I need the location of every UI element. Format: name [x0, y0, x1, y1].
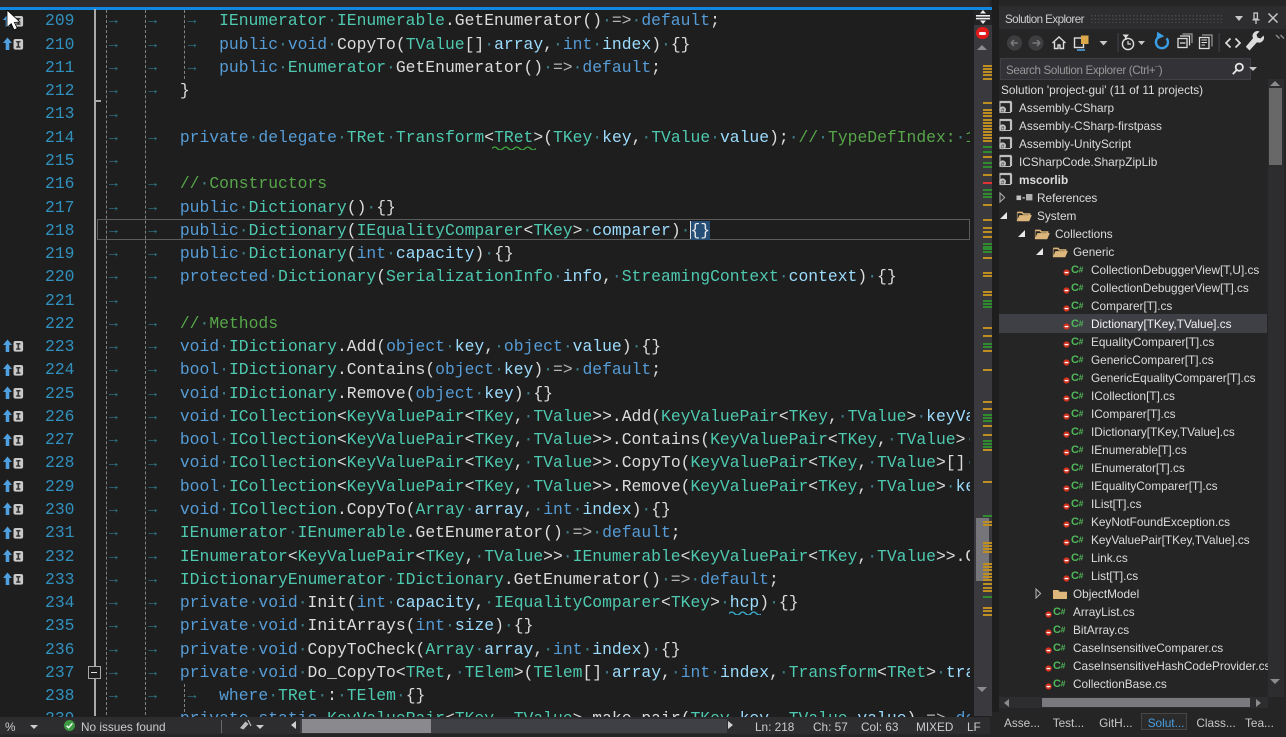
svg-text:#: # [1079, 444, 1084, 454]
svg-text:#: # [1079, 570, 1084, 580]
svg-text:#: # [1001, 125, 1005, 132]
svg-text:#: # [1061, 624, 1066, 634]
svg-text:#: # [1061, 606, 1066, 616]
svg-text:#: # [1001, 161, 1005, 168]
svg-text:#: # [1079, 408, 1084, 418]
svg-text:#: # [1079, 264, 1084, 274]
svg-text:#: # [1079, 534, 1084, 544]
svg-text:#: # [1079, 426, 1084, 436]
svg-text:#: # [1079, 390, 1084, 400]
svg-text:#: # [1079, 480, 1084, 490]
svg-text:#: # [1001, 143, 1005, 150]
svg-text:#: # [1001, 107, 1005, 114]
svg-text:#: # [1079, 282, 1084, 292]
svg-text:#: # [1061, 660, 1066, 670]
svg-text:#: # [1001, 179, 1005, 186]
svg-text:#: # [1079, 516, 1084, 526]
svg-text:#: # [1061, 678, 1066, 688]
svg-text:#: # [1079, 336, 1084, 346]
svg-text:#: # [1079, 318, 1084, 328]
svg-text:#: # [1079, 372, 1084, 382]
svg-text:#: # [1061, 642, 1066, 652]
svg-text:#: # [1079, 498, 1084, 508]
svg-text:#: # [1079, 300, 1084, 310]
svg-text:#: # [1079, 552, 1084, 562]
svg-text:#: # [1079, 354, 1084, 364]
svg-text:#: # [1079, 462, 1084, 472]
